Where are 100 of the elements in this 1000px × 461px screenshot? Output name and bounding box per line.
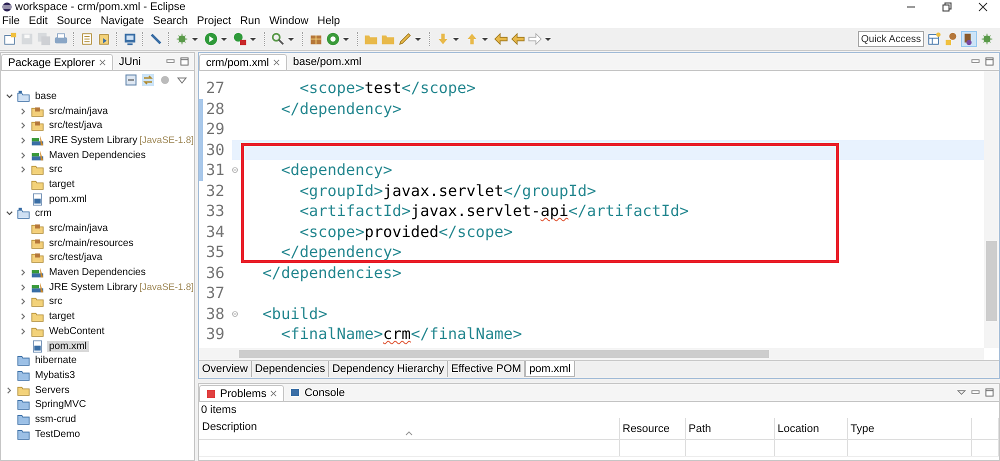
xml-file-icon [31, 192, 44, 206]
dropdown-caret-icon[interactable] [545, 38, 551, 40]
tree-item[interactable]: src/test/java [47, 252, 104, 264]
closed-project-icon [17, 398, 30, 412]
class-icon[interactable] [326, 32, 340, 46]
menu-item[interactable]: Edit [28, 14, 53, 28]
tree-item[interactable]: JRE System Library [JavaSE-1.8] [47, 282, 194, 293]
run-icon[interactable] [204, 32, 218, 46]
tree-item[interactable]: crm [33, 208, 54, 220]
closed-project-icon [17, 368, 30, 382]
view-tab[interactable]: Console [284, 385, 351, 401]
tree-item[interactable]: src/main/java [47, 106, 110, 117]
tree-item[interactable]: src [47, 164, 64, 176]
tree-item[interactable]: target [47, 311, 77, 322]
dropdown-caret-icon[interactable] [221, 38, 227, 40]
link-editor-icon[interactable] [142, 74, 154, 86]
menu-item[interactable]: Window [269, 14, 314, 28]
dropdown-caret-icon[interactable] [288, 38, 294, 40]
tree-item[interactable]: WebContent [47, 326, 106, 337]
closed-project-icon [17, 412, 30, 426]
tree-item[interactable]: src/main/resources [47, 238, 136, 249]
tree-item[interactable]: src/test/java [47, 120, 104, 132]
tree-item[interactable]: src [47, 296, 64, 308]
clipboard-icon[interactable] [97, 32, 111, 46]
menu-item[interactable]: File [2, 14, 25, 28]
dropdown-caret-icon[interactable] [343, 38, 349, 40]
line-number: 39 [206, 325, 225, 343]
editor-tab[interactable]: crm/pom.xml [199, 54, 287, 70]
line-number: 27 [206, 79, 225, 97]
fold-icon[interactable] [232, 167, 238, 173]
dropdown-caret-icon[interactable] [453, 38, 459, 40]
vertical-scrollbar[interactable] [984, 71, 999, 348]
tree-item[interactable]: JRE System Library [JavaSE-1.8] [47, 134, 194, 146]
back-arrow-icon[interactable] [494, 32, 508, 46]
folder-icon [31, 310, 44, 324]
menu-item[interactable]: Navigate [100, 14, 149, 28]
tree-item[interactable]: src/main/java [47, 223, 110, 234]
close-icon[interactable] [978, 2, 988, 12]
column-header[interactable]: Type [850, 422, 874, 434]
console-icon [290, 388, 300, 398]
tree-item[interactable]: target [47, 178, 77, 190]
view-menu-icon[interactable] [957, 388, 966, 397]
window-title: workspace - crm/pom.xml - Eclipse [15, 1, 186, 13]
tree-item[interactable]: pom.xml [47, 194, 89, 205]
tree-item[interactable]: hibernate [33, 355, 79, 366]
line-number: 32 [206, 182, 225, 200]
line-number: 37 [206, 284, 225, 302]
tree-item[interactable]: ssm-crud [33, 414, 78, 425]
printer-icon[interactable] [54, 32, 68, 46]
library-icon [31, 148, 44, 162]
menu-item[interactable]: Search [152, 14, 193, 28]
menu-item[interactable]: Source [56, 14, 97, 28]
tree-item[interactable]: Maven Dependencies [47, 267, 148, 278]
tree-item[interactable]: pom.xml [47, 340, 89, 352]
menu-item[interactable]: Help [317, 14, 346, 28]
document-icon[interactable] [80, 32, 94, 46]
horizontal-scrollbar[interactable] [199, 348, 984, 360]
tree-item[interactable]: SpringMVC [33, 399, 88, 410]
new-file-icon[interactable] [3, 32, 17, 46]
maximize-icon[interactable] [180, 57, 189, 66]
fold-icon[interactable] [232, 310, 238, 316]
java-ee-perspective-icon[interactable] [961, 31, 977, 47]
source-folder-icon [31, 251, 44, 264]
editor-tab[interactable]: base/pom.xml [286, 54, 368, 70]
column-header[interactable]: Description [202, 421, 258, 433]
open-perspective-icon[interactable] [927, 32, 941, 46]
view-tab[interactable]: Problems [199, 385, 284, 401]
maximize-icon[interactable] [985, 57, 994, 66]
tree-item[interactable]: base [33, 90, 59, 102]
dropdown-caret-icon[interactable] [192, 38, 198, 40]
tree-item[interactable]: Maven Dependencies [47, 150, 148, 161]
tree-item[interactable]: Mybatis3 [33, 370, 78, 381]
search-icon[interactable] [271, 32, 285, 46]
sort-icon [404, 431, 413, 436]
column-header[interactable]: Path [688, 422, 712, 434]
back-arrow-icon[interactable] [511, 32, 525, 46]
line-number: 34 [206, 222, 225, 240]
collapse-all-icon[interactable] [125, 74, 137, 86]
view-tab[interactable]: Package Explorer [1, 54, 113, 70]
line-number: 31 [206, 161, 225, 179]
debug-perspective-icon[interactable] [980, 32, 994, 46]
column-header[interactable]: Location [778, 422, 820, 434]
tree-item[interactable]: Servers [33, 384, 72, 396]
maximize-icon[interactable] [985, 388, 994, 397]
editor-page-tab[interactable]: pom.xml [525, 361, 575, 377]
quick-access-field[interactable]: Quick Access [858, 31, 924, 47]
tree-item[interactable]: TestDemo [33, 428, 82, 440]
restore-icon[interactable] [942, 2, 952, 12]
menu-item[interactable]: Project [196, 14, 236, 28]
menu-item[interactable]: Run [240, 14, 266, 28]
view-tab[interactable]: JUni [112, 54, 147, 70]
dropdown-caret-icon[interactable] [482, 38, 488, 40]
column-header[interactable]: Resource [622, 422, 670, 434]
dropdown-caret-icon[interactable] [415, 38, 421, 40]
dropdown-caret-icon[interactable] [250, 38, 256, 40]
library-icon [31, 280, 44, 294]
project-folder-icon [17, 90, 30, 103]
library-icon [31, 266, 44, 280]
source-folder-icon [31, 236, 44, 250]
monitor-icon[interactable] [123, 32, 137, 46]
